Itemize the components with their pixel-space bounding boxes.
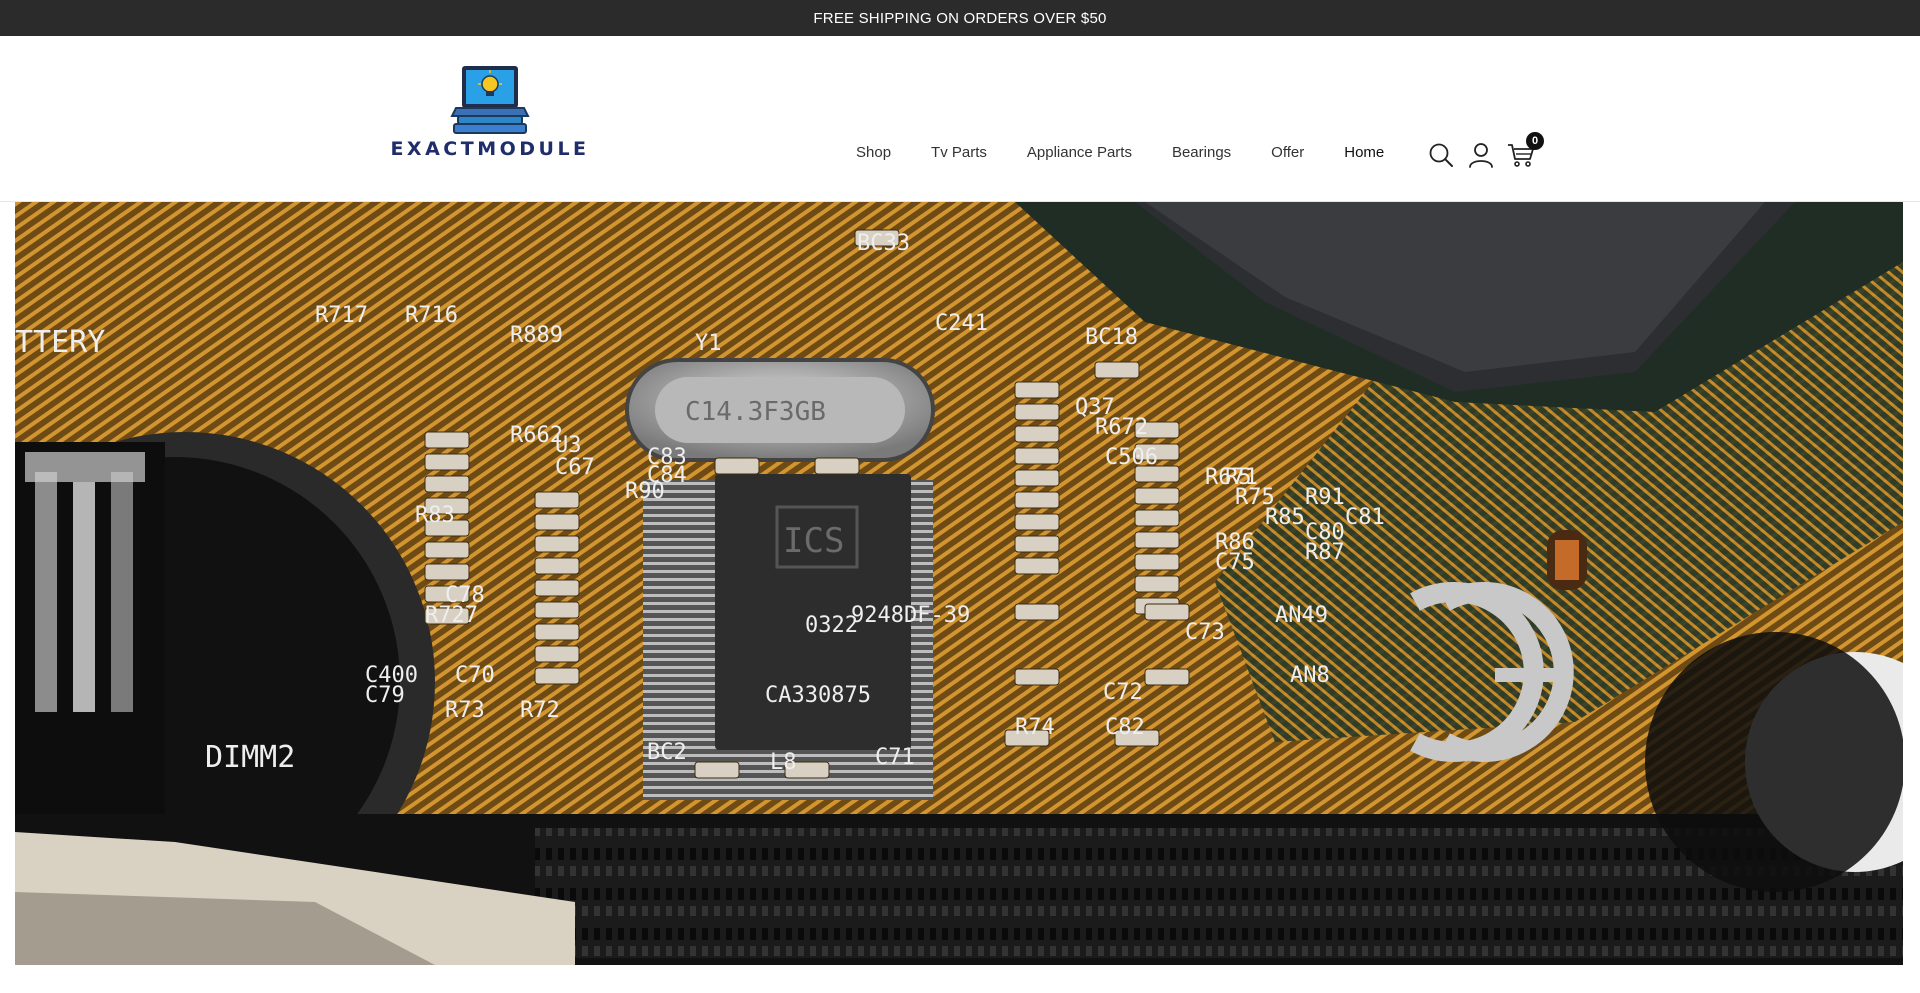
smd-component (1014, 425, 1060, 443)
board-silkscreen-label: R85 (1265, 505, 1305, 530)
smd-component (1014, 469, 1060, 487)
smd-component (714, 457, 760, 475)
smd-component (1134, 553, 1180, 571)
board-silkscreen-label: BC18 (1085, 325, 1138, 350)
smd-component (1014, 381, 1060, 399)
smd-component (534, 601, 580, 619)
chip-marking: ICS (783, 521, 844, 561)
board-silkscreen-label: BC33 (857, 231, 910, 256)
smd-component (1014, 603, 1060, 621)
smd-component (1134, 575, 1180, 593)
board-silkscreen-label: C241 (935, 311, 988, 336)
board-silkscreen-label: R727 (425, 603, 478, 628)
smd-component (424, 431, 470, 449)
smd-component (694, 761, 740, 779)
nav-item-bearings[interactable]: Bearings (1172, 144, 1231, 161)
logo-text: EXACTMODULE (390, 138, 590, 160)
account-button[interactable] (1466, 140, 1496, 170)
cart-count-badge: 0 (1526, 132, 1544, 150)
board-silkscreen-label: C75 (1215, 550, 1255, 575)
smd-component (424, 453, 470, 471)
main-nav: Shop Tv Parts Appliance Parts Bearings O… (856, 144, 1384, 161)
smd-component (1014, 403, 1060, 421)
cart-button[interactable]: 0 (1506, 132, 1544, 170)
smd-component (1014, 491, 1060, 509)
smd-component (534, 579, 580, 597)
board-silkscreen-label: C82 (1105, 715, 1145, 740)
smd-component (1134, 531, 1180, 549)
smd-component (1134, 487, 1180, 505)
site-header: EXACTMODULE Shop Tv Parts Appliance Part… (0, 36, 1920, 202)
board-silkscreen-label: R72 (520, 698, 560, 723)
smd-component (1094, 361, 1140, 379)
board-silkscreen-label: R74 (1015, 715, 1055, 740)
board-silkscreen-label: C506 (1105, 445, 1158, 470)
smd-component (534, 557, 580, 575)
board-silkscreen-label: R717 (315, 303, 368, 328)
smd-component (534, 491, 580, 509)
smd-component (424, 563, 470, 581)
board-silkscreen-label: AN49 (1275, 603, 1328, 628)
board-silkscreen-label: BC2 (647, 740, 687, 765)
smd-component (814, 457, 860, 475)
smd-component (534, 623, 580, 641)
announcement-text: FREE SHIPPING ON ORDERS OVER $50 (813, 9, 1107, 27)
board-silkscreen-label: DIMM2 (205, 740, 295, 775)
nav-item-home[interactable]: Home (1344, 144, 1384, 161)
smd-component (534, 667, 580, 685)
board-silkscreen-label: CA330875 (765, 683, 871, 708)
site-logo[interactable]: EXACTMODULE (390, 62, 586, 194)
board-silkscreen-label: R73 (445, 698, 485, 723)
smd-component (1014, 668, 1060, 686)
board-silkscreen-label: C73 (1185, 620, 1225, 645)
board-silkscreen-label: C79 (365, 683, 405, 708)
board-silkscreen-label: C67 (555, 455, 595, 480)
board-silkscreen-label: C70 (455, 663, 495, 688)
smd-component (424, 475, 470, 493)
board-silkscreen-label: R83 (415, 503, 455, 528)
smd-component (1134, 509, 1180, 527)
laptop-books-logo-icon (450, 66, 530, 134)
board-silkscreen-label: 9248DF-39 (851, 603, 970, 628)
board-silkscreen-label: Y1 (695, 331, 722, 356)
circuit-board-image: BC33Y1C241BC18Q37R672C506U3C67 C83C84R90R… (15, 202, 1903, 965)
nav-item-tv-parts[interactable]: Tv Parts (931, 144, 987, 161)
board-silkscreen-label: R90 (625, 479, 665, 504)
board-silkscreen-label: R716 (405, 303, 458, 328)
board-silkscreen-label: R889 (510, 323, 563, 348)
board-silkscreen-label: TTERY (15, 325, 105, 360)
smd-component (424, 541, 470, 559)
board-silkscreen-label: C81 (1345, 505, 1385, 530)
board-silkscreen-label: 0322 (805, 613, 858, 638)
announcement-bar: FREE SHIPPING ON ORDERS OVER $50 (0, 0, 1920, 36)
board-silkscreen-label: R672 (1095, 415, 1148, 440)
nav-item-offer[interactable]: Offer (1271, 144, 1304, 161)
smd-component (534, 645, 580, 663)
board-silkscreen-label: AN8 (1290, 663, 1330, 688)
nav-item-shop[interactable]: Shop (856, 144, 891, 161)
board-silkscreen-label: R87 (1305, 540, 1345, 565)
nav-item-appliance-parts[interactable]: Appliance Parts (1027, 144, 1132, 161)
smd-component (1144, 668, 1190, 686)
crystal-marking: C14.3F3GB (685, 397, 826, 427)
smd-component (1014, 557, 1060, 575)
user-icon (1469, 143, 1493, 168)
smd-component (1014, 513, 1060, 531)
smd-component (1014, 535, 1060, 553)
board-silkscreen-label: L8 (770, 750, 797, 775)
smd-component (1014, 447, 1060, 465)
board-silkscreen-label: C72 (1103, 680, 1143, 705)
smd-component (1144, 603, 1190, 621)
hero-banner: BC33 Y1 C241 BC18 Q37 R672 C506 U3 C67 C83 C84 R90 R… (15, 202, 1903, 965)
board-silkscreen-label: C71 (875, 745, 915, 770)
smd-component (534, 535, 580, 553)
smd-component (534, 513, 580, 531)
header-icons: 0 (1426, 132, 1544, 170)
board-silkscreen-label: R91 (1305, 485, 1345, 510)
search-button[interactable] (1426, 140, 1456, 170)
search-icon (1429, 143, 1453, 167)
board-silkscreen-label: R662 (510, 423, 563, 448)
